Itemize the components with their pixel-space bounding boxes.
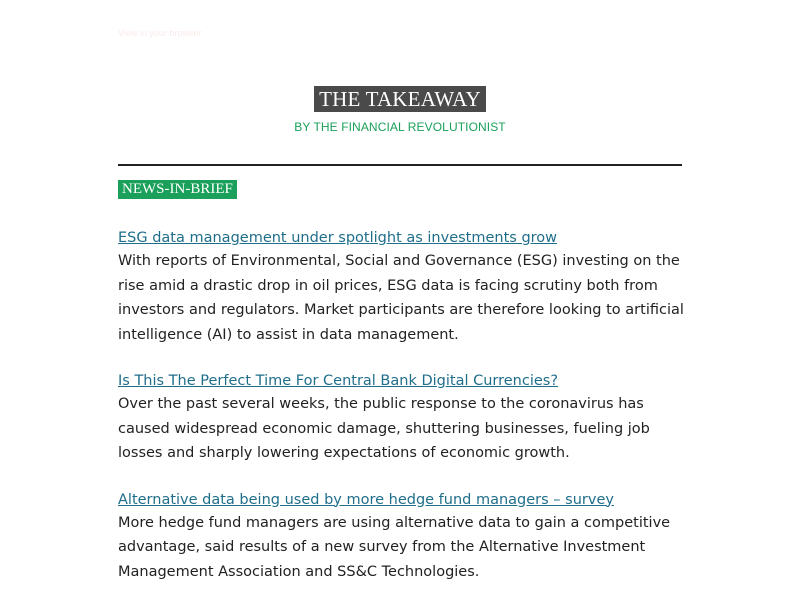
email-page: View in your browser THE TAKEAWAY BY THE… [0,0,800,600]
article-item: Alternative data being used by more hedg… [118,489,688,585]
section-label: NEWS-IN-BRIEF [118,180,237,199]
newsletter-byline: BY THE FINANCIAL REVOLUTIONIST [294,120,506,134]
view-in-browser-link[interactable]: View in your browser [118,28,201,38]
article-summary: With reports of Environmental, Social an… [118,253,684,343]
article-item: ESG data management under spotlight as i… [118,227,688,347]
article-summary: Over the past several weeks, the public … [118,396,650,461]
newsletter-title: THE TAKEAWAY [314,86,486,112]
article-title-link[interactable]: Alternative data being used by more hedg… [118,489,614,511]
header-divider [118,164,682,166]
article-list: ESG data management under spotlight as i… [118,227,688,600]
article-title-link[interactable]: ESG data management under spotlight as i… [118,227,557,249]
masthead: THE TAKEAWAY [0,86,800,112]
article-title-link[interactable]: Is This The Perfect Time For Central Ban… [118,370,558,392]
article-summary: More hedge fund managers are using alter… [118,514,671,580]
article-item: Is This The Perfect Time For Central Ban… [118,370,688,466]
